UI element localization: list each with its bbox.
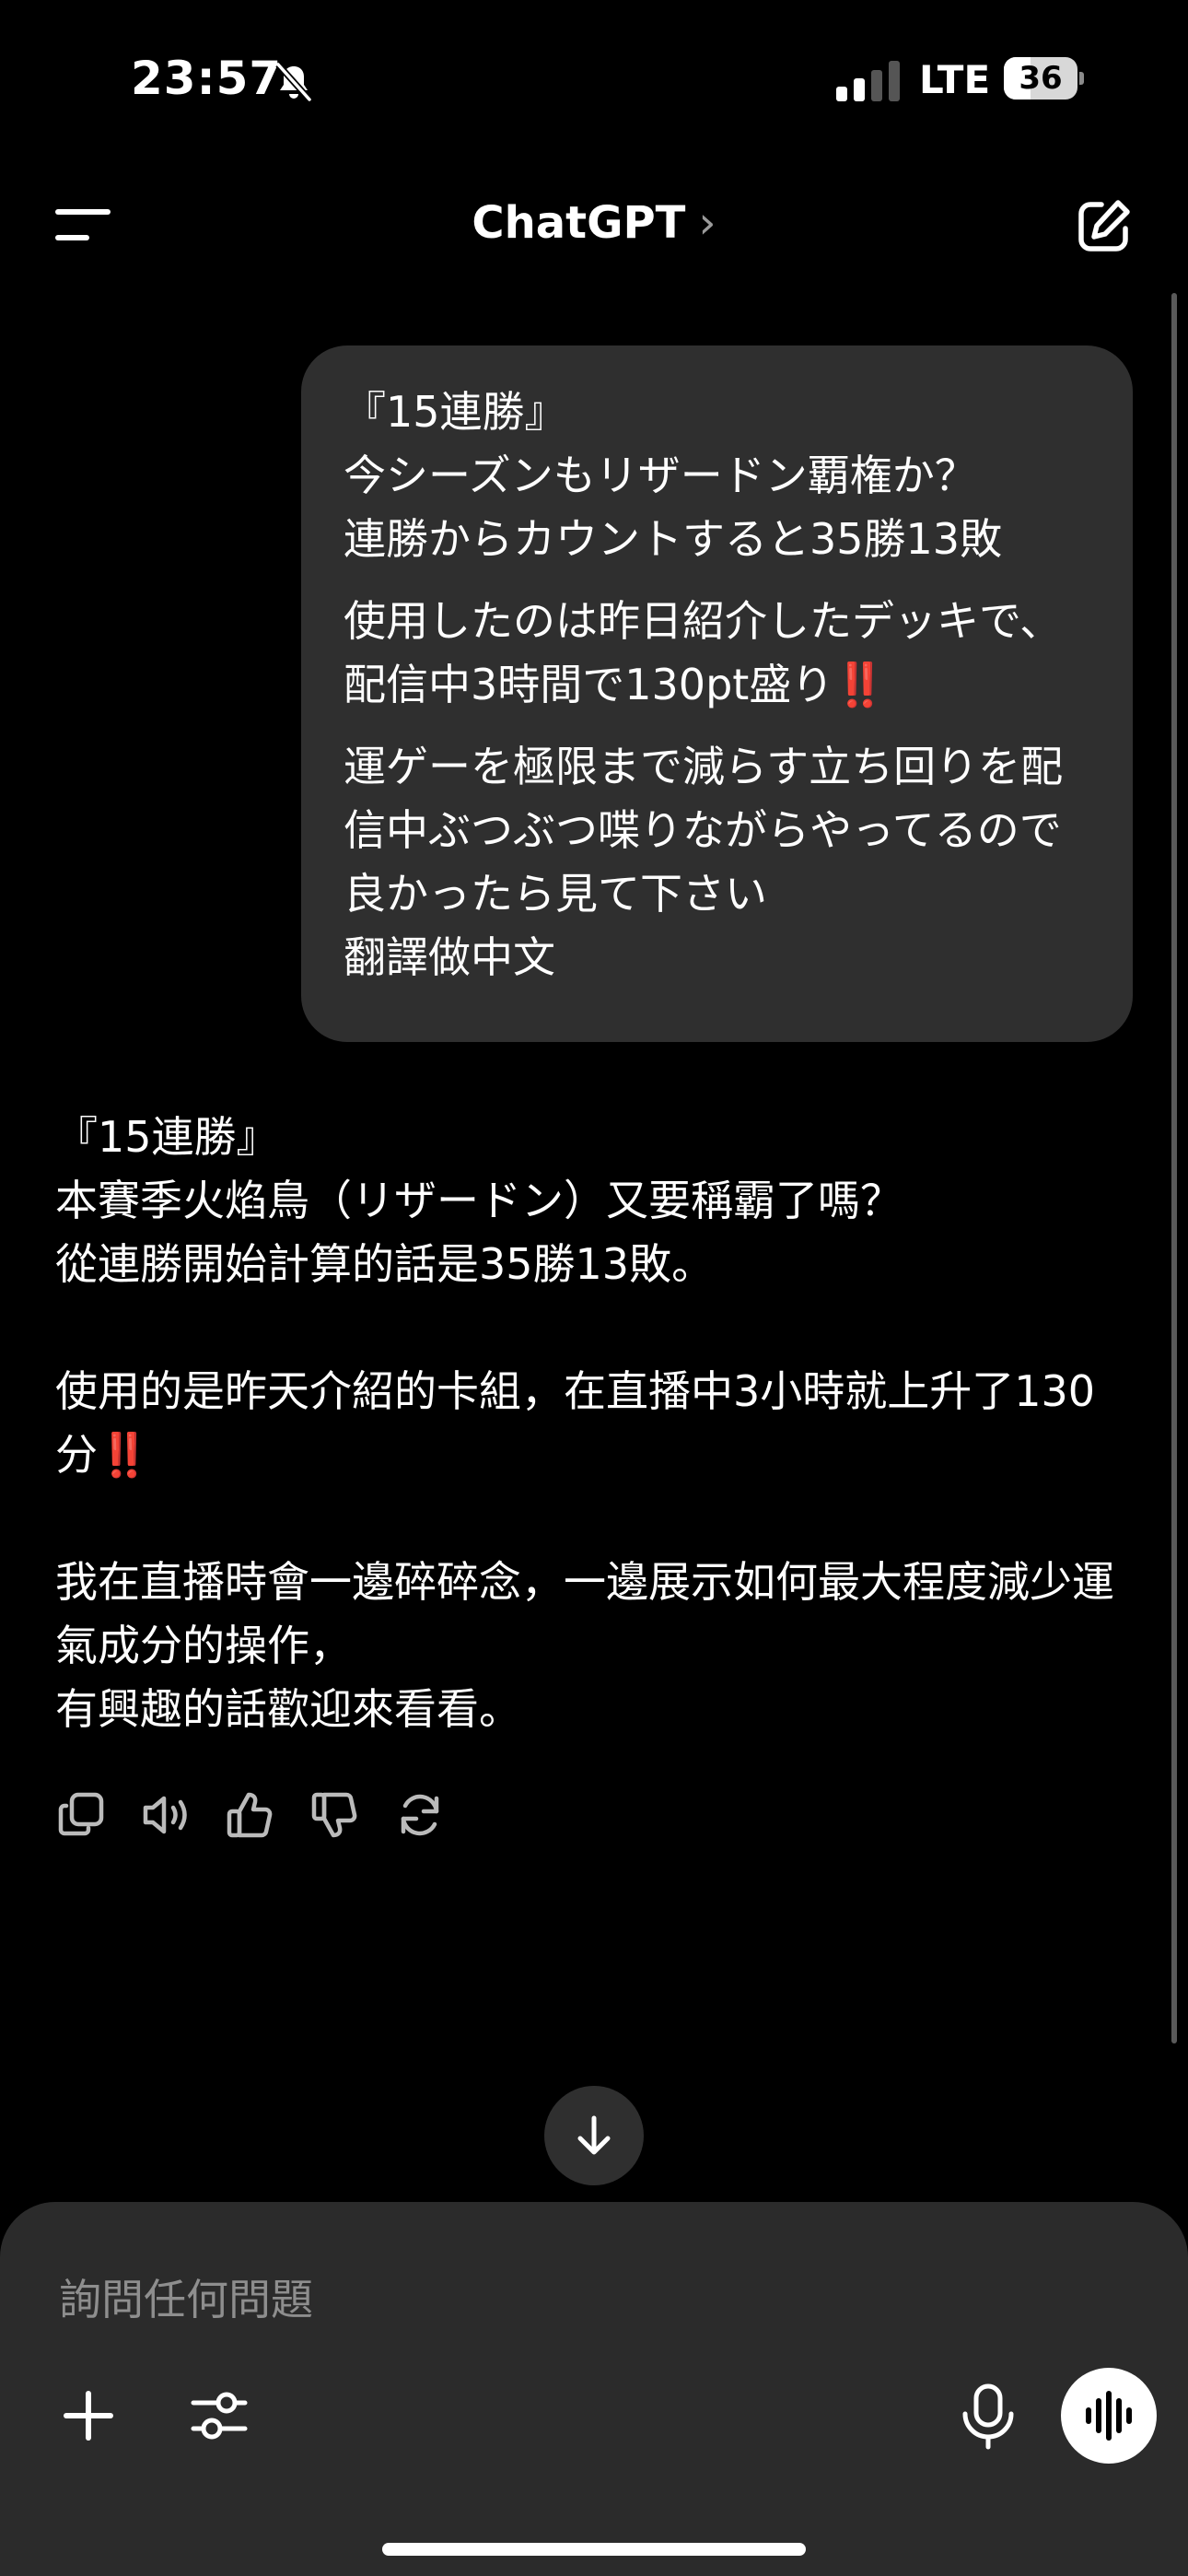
tools-icon[interactable] [190,2386,249,2445]
thumbs-up-icon[interactable] [225,1789,276,1841]
message-actions [55,1789,460,1844]
double-exclamation-emoji: ‼️ [98,1430,151,1480]
home-indicator [382,2543,806,2556]
thumbs-down-icon[interactable] [309,1789,361,1841]
battery-icon: 36 [1004,57,1085,100]
read-aloud-icon[interactable] [140,1789,192,1841]
new-chat-edit-icon[interactable] [1074,197,1133,256]
microphone-icon[interactable] [958,2383,1019,2451]
plus-icon[interactable] [61,2388,116,2443]
scroll-to-bottom-button[interactable] [544,2086,644,2185]
user-message-paragraph: 『15連勝』 今シーズンもリザードン覇権か？ 連勝からカウントすると35勝13敗 [344,387,1003,564]
user-message-bubble: 『15連勝』 今シーズンもリザードン覇権か？ 連勝からカウントすると35勝13敗… [301,345,1133,1042]
voice-mode-icon [1086,2391,1132,2441]
arrow-down-icon [577,2115,611,2155]
chevron-right-icon: › [698,197,716,249]
user-message-paragraph: 運ゲーを極限まで減らす立ち回りを配信中ぶつぶつ喋りながらやってるので良かったら見… [344,742,1064,982]
scrollbar[interactable] [1171,293,1177,2043]
assistant-message-paragraph: 『15連勝』 本賽季火焰鳥（リザードン）又要稱霸了嗎？ 從連勝開始計算的話是35… [55,1112,903,1289]
network-type: LTE [919,57,991,102]
message-input[interactable]: 詢問任何問題 [59,2266,313,2327]
assistant-message-paragraph: 使用的是昨天介紹的卡組，在直播中3小時就上升了130分‼️ [55,1366,1096,1480]
composer: 詢問任何問題 [0,2202,1188,2576]
top-nav: ChatGPT › [0,157,1188,295]
model-selector[interactable]: ChatGPT › [0,197,1188,249]
page-title: ChatGPT [472,197,686,249]
regenerate-icon[interactable] [394,1789,446,1841]
voice-mode-button[interactable] [1061,2368,1157,2464]
bell-off-icon [275,62,312,102]
status-time: 23:57 [131,52,283,105]
assistant-message-paragraph: 我在直播時會一邊碎碎念，一邊展示如何最大程度減少運氣成分的操作， 有興趣的話歡迎… [55,1557,1114,1734]
user-message-paragraph: 使用したのは昨日紹介したデッキで、配信中3時間で130pt盛り‼️ [344,596,1063,709]
signal-icon [836,61,900,101]
status-bar: 23:57 LTE 36 [0,0,1188,157]
copy-icon[interactable] [55,1789,107,1841]
double-exclamation-emoji: ‼️ [833,660,887,709]
battery-level: 36 [1019,60,1063,97]
assistant-message: 『15連勝』 本賽季火焰鳥（リザードン）又要稱霸了嗎？ 從連勝開始計算的話是35… [55,1106,1142,1805]
